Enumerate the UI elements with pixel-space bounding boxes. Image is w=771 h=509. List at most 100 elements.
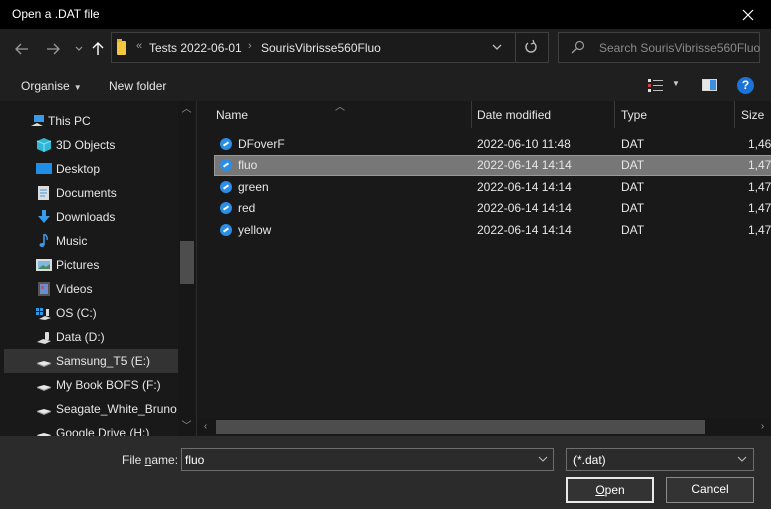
- usb-drive-icon: [36, 354, 52, 368]
- search-icon: [571, 40, 585, 57]
- file-name-input[interactable]: fluo: [181, 448, 554, 471]
- column-label: Size: [741, 108, 765, 122]
- back-arrow-icon: [15, 43, 28, 55]
- dat-file-icon: [220, 202, 232, 214]
- file-name: green: [238, 180, 269, 194]
- file-date: 2022-06-14 14:14: [477, 201, 572, 215]
- sidebar-item-label: Downloads: [56, 210, 116, 224]
- dialog-footer: File name: fluo (*.dat) Open Cancel: [0, 436, 771, 509]
- forward-button[interactable]: [43, 39, 63, 59]
- breadcrumb-item[interactable]: SourisVibrisse560Fluo: [261, 41, 381, 55]
- file-name-label: File name:: [122, 453, 178, 467]
- navigation-bar: « Tests 2022-06-01 › SourisVibrisse560Fl…: [0, 29, 771, 69]
- breadcrumb-item[interactable]: Tests 2022-06-01: [149, 41, 242, 55]
- new-folder-button[interactable]: New folder: [109, 79, 166, 93]
- file-row[interactable]: green 2022-06-14 14:14 DAT 1,47: [214, 177, 771, 198]
- view-options-button[interactable]: [648, 79, 664, 95]
- sidebar-item-seagate[interactable]: Seagate_White_Bruno (: [4, 397, 184, 421]
- sidebar-item-3d-objects[interactable]: 3D Objects: [4, 133, 178, 157]
- view-caret-down-icon[interactable]: ▼: [672, 79, 680, 88]
- file-type: DAT: [621, 158, 645, 172]
- file-row[interactable]: DFoverF 2022-06-10 11:48 DAT 1,46: [214, 134, 771, 155]
- file-name: DFoverF: [238, 137, 285, 151]
- column-header-type[interactable]: Type: [615, 101, 735, 128]
- sidebar-item-my-book[interactable]: My Book BOFS (F:): [4, 373, 178, 397]
- file-size: 1,47: [748, 158, 771, 172]
- sidebar-item-os-c[interactable]: OS (C:): [4, 301, 178, 325]
- dat-file-icon: [220, 138, 232, 150]
- column-header-size[interactable]: Size: [735, 101, 771, 128]
- sidebar-item-google-drive[interactable]: Google Drive (H:): [4, 421, 178, 436]
- column-header-name[interactable]: ︿ Name: [197, 101, 472, 128]
- chevron-down-icon[interactable]: [538, 452, 548, 469]
- sidebar-item-data-d[interactable]: Data (D:): [4, 325, 178, 349]
- sidebar-item-this-pc[interactable]: This PC: [4, 109, 178, 133]
- scroll-down-icon[interactable]: ﹀: [178, 418, 195, 435]
- back-button[interactable]: [12, 39, 32, 59]
- window-title: Open a .DAT file: [12, 7, 100, 21]
- scroll-up-icon[interactable]: ︿: [178, 101, 195, 118]
- sidebar-item-label: Pictures: [56, 258, 100, 272]
- chevron-down-icon: [75, 46, 83, 51]
- address-bar[interactable]: « Tests 2022-06-01 › SourisVibrisse560Fl…: [111, 32, 549, 63]
- scrollbar-thumb[interactable]: [180, 241, 194, 284]
- recent-locations-button[interactable]: [69, 39, 89, 59]
- sidebar-item-desktop[interactable]: Desktop: [4, 157, 178, 181]
- close-button[interactable]: [725, 0, 771, 29]
- sidebar-item-documents[interactable]: Documents: [4, 181, 178, 205]
- scroll-left-icon[interactable]: ‹: [197, 418, 214, 435]
- column-label: Date modified: [477, 108, 552, 122]
- organise-button[interactable]: Organise ▼: [21, 79, 82, 93]
- address-dropdown[interactable]: [492, 40, 502, 54]
- file-date: 2022-06-10 11:48: [477, 137, 571, 151]
- search-placeholder: Search SourisVibrisse560Fluo: [599, 41, 761, 55]
- refresh-button[interactable]: [522, 37, 540, 60]
- file-row-selected[interactable]: fluo 2022-06-14 14:14 DAT 1,47: [214, 155, 771, 176]
- dat-file-icon: [220, 159, 232, 171]
- sidebar-item-music[interactable]: Music: [4, 229, 178, 253]
- dat-file-icon: [220, 181, 232, 193]
- breadcrumb-separator[interactable]: ›: [248, 40, 252, 52]
- file-row[interactable]: yellow 2022-06-14 14:14 DAT 1,47: [214, 220, 771, 241]
- desktop-icon: [36, 162, 52, 176]
- search-box[interactable]: Search SourisVibrisse560Fluo: [558, 32, 760, 63]
- open-button[interactable]: Open: [566, 477, 654, 503]
- scrollbar-thumb[interactable]: [216, 420, 705, 434]
- scroll-right-icon[interactable]: ›: [754, 418, 771, 435]
- column-header-date[interactable]: Date modified: [472, 101, 615, 128]
- sidebar-item-label: Documents: [56, 186, 117, 200]
- column-label: Name: [216, 108, 249, 122]
- sidebar-item-videos[interactable]: Videos: [4, 277, 178, 301]
- sidebar-item-label: Data (D:): [56, 330, 105, 344]
- sidebar-item-samsung-t5[interactable]: Samsung_T5 (E:): [4, 349, 178, 373]
- open-label: pen: [604, 483, 625, 497]
- caret-down-icon: ▼: [73, 83, 82, 92]
- sidebar-item-label: Music: [56, 234, 88, 248]
- file-row[interactable]: red 2022-06-14 14:14 DAT 1,47: [214, 198, 771, 219]
- title-bar: Open a .DAT file: [0, 0, 771, 29]
- sidebar-item-pictures[interactable]: Pictures: [4, 253, 178, 277]
- up-button[interactable]: [88, 39, 108, 59]
- preview-pane-icon[interactable]: [702, 79, 717, 91]
- divider: [515, 33, 516, 62]
- file-name: red: [238, 201, 256, 215]
- file-type: DAT: [621, 223, 645, 237]
- sidebar-item-label: Google Drive (H:): [56, 426, 150, 436]
- file-date: 2022-06-14 14:14: [477, 158, 572, 172]
- download-icon: [36, 210, 52, 224]
- computer-icon: [30, 114, 46, 128]
- file-name: fluo: [238, 158, 258, 172]
- sidebar-scrollbar[interactable]: ︿ ﹀: [178, 101, 195, 436]
- file-type-filter-select[interactable]: (*.dat): [566, 448, 754, 471]
- help-button[interactable]: ?: [737, 77, 754, 94]
- sidebar-item-label: My Book BOFS (F:): [56, 378, 161, 392]
- file-type: DAT: [621, 201, 645, 215]
- cancel-button[interactable]: Cancel: [666, 477, 754, 503]
- file-size: 1,46: [748, 137, 771, 151]
- details-view-icon: [648, 79, 663, 92]
- folder-icon: [117, 39, 126, 55]
- breadcrumb-overflow[interactable]: «: [136, 40, 142, 52]
- sidebar-item-downloads[interactable]: Downloads: [4, 205, 178, 229]
- file-list-horizontal-scrollbar[interactable]: ‹ ›: [197, 418, 771, 435]
- file-date: 2022-06-14 14:14: [477, 223, 572, 237]
